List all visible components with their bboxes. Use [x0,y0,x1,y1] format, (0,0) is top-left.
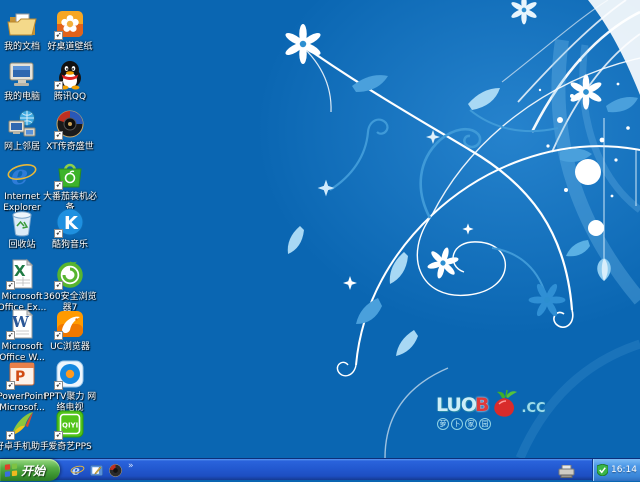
subtitle-char: 园 [479,418,491,430]
qq-icon: ➶ [54,58,86,90]
radish-icon [491,388,521,420]
internet-explorer-icon: e [6,158,38,190]
desktop-icon-ms-powerpoint[interactable]: P ➶ PowerPoint Microsof... [0,358,49,414]
uc-browser-icon: ➶ [54,308,86,340]
360-browser-icon: ➶ [54,258,86,290]
desktop-icon-my-computer[interactable]: 我的电脑 [0,58,49,103]
luobo-watermark: LUOB .CC 萝 卜 家 园 [436,388,566,436]
icon-label: 回收站 [0,240,49,251]
subtitle-char: 萝 [437,418,449,430]
desktop-icon-pptv[interactable]: ➶ PPTV聚力 网 络电视 [43,358,97,414]
icon-label: 酷狗音乐 [43,240,97,251]
icon-label: 腾讯QQ [43,92,97,103]
quick-launch-ie-icon[interactable]: e [70,463,85,478]
shortcut-arrow-badge: ➶ [54,281,63,290]
recycle-bin-icon [6,206,38,238]
icon-label: 我的电脑 [0,92,49,103]
start-button-label: 开始 [21,462,45,479]
powerpoint-icon: P ➶ [6,358,38,390]
tray-clock[interactable]: 16:14 [611,465,637,475]
tray-green-shield-icon[interactable] [597,461,608,480]
shortcut-arrow-badge: ➶ [54,181,63,190]
quick-launch-show-desktop-icon[interactable] [89,463,104,478]
my-computer-icon [6,58,38,90]
shortcut-arrow-badge: ➶ [54,31,63,40]
haozhuodao-wallpaper-icon: ➶ [54,8,86,40]
printer-icon[interactable] [558,463,575,482]
kugou-music-icon: K ➶ [54,206,86,238]
desktop-icon-haozhuo-assistant[interactable]: ➶ 好卓手机助手 [0,408,49,453]
tomato-bag-icon: ➶ [54,158,86,190]
desktop-icon-xt-legend[interactable]: ➶ XT传奇盛世 [43,108,97,153]
subtitle-char: 家 [465,418,477,430]
svg-text:X: X [14,262,26,280]
watermark-cc-text: .CC [522,401,546,416]
start-button[interactable]: 开始 [0,459,60,481]
quick-launch-bar: e » [66,459,134,481]
shortcut-arrow-badge: ➶ [6,281,15,290]
shortcut-arrow-badge: ➶ [54,431,63,440]
quick-launch-overflow-chevron[interactable]: » [128,459,134,473]
my-documents-icon [6,8,38,40]
network-places-icon [6,108,38,140]
haozhuo-assistant-icon: ➶ [6,408,38,440]
icon-label: 我的文档 [0,42,49,53]
icon-label: 好桌道壁纸 [43,42,97,53]
system-tray: 16:14 [592,459,640,481]
desktop-icon-tencent-qq[interactable]: ➶ 腾讯QQ [43,58,97,103]
shortcut-arrow-badge: ➶ [54,229,63,238]
desktop-icon-recycle-bin[interactable]: 回收站 [0,206,49,251]
icon-label: 爱奇艺PPS [43,442,97,453]
windows-logo-icon [4,463,18,477]
desktop-icon-kugou-music[interactable]: K ➶ 酷狗音乐 [43,206,97,251]
svg-text:W: W [11,313,30,331]
icon-label: UC浏览器 [43,342,97,353]
desktop-icon-ms-word[interactable]: W ➶ Microsoft Office W... [0,308,49,364]
desktop-icon-360-browser[interactable]: ➶ 360安全浏览 器7 [43,258,97,314]
desktop-icon-network-places[interactable]: 网上邻居 [0,108,49,153]
svg-text:K: K [64,213,79,234]
shortcut-arrow-badge: ➶ [6,381,15,390]
svg-text:e: e [72,463,80,478]
quick-launch-media-icon[interactable] [108,463,123,478]
shortcut-arrow-badge: ➶ [54,381,63,390]
desktop-icon-iqiyi-pps[interactable]: QIYI ➶ 爱奇艺PPS [43,408,97,453]
icon-label: 好卓手机助手 [0,442,49,453]
word-icon: W ➶ [6,308,38,340]
watermark-b-text: B [475,394,489,416]
subtitle-char: 卜 [451,418,463,430]
iqiyi-pps-icon: QIYI ➶ [54,408,86,440]
desktop-icon-ms-excel[interactable]: X ➶ Microsoft Office Ex... [0,258,49,314]
icon-label: 网上邻居 [0,142,49,153]
desktop: 我的文档 ➶ 好桌道壁纸 [0,0,640,480]
desktop-icon-my-documents[interactable]: 我的文档 [0,8,49,53]
svg-text:P: P [15,369,25,385]
shortcut-arrow-badge: ➶ [6,331,15,340]
desktop-icon-haozhuodao-wallpaper[interactable]: ➶ 好桌道壁纸 [43,8,97,53]
svg-text:QIYI: QIYI [62,422,78,430]
shortcut-arrow-badge: ➶ [54,131,63,140]
xt-legend-icon: ➶ [54,108,86,140]
shortcut-arrow-badge: ➶ [54,81,63,90]
shortcut-arrow-badge: ➶ [6,431,15,440]
taskbar: 开始 e [0,458,640,480]
desktop-icon-uc-browser[interactable]: ➶ UC浏览器 [43,308,97,353]
excel-icon: X ➶ [6,258,38,290]
pptv-icon: ➶ [54,358,86,390]
shortcut-arrow-badge: ➶ [54,331,63,340]
watermark-luo-text: LUO [436,394,476,416]
icon-label: XT传奇盛世 [43,142,97,153]
